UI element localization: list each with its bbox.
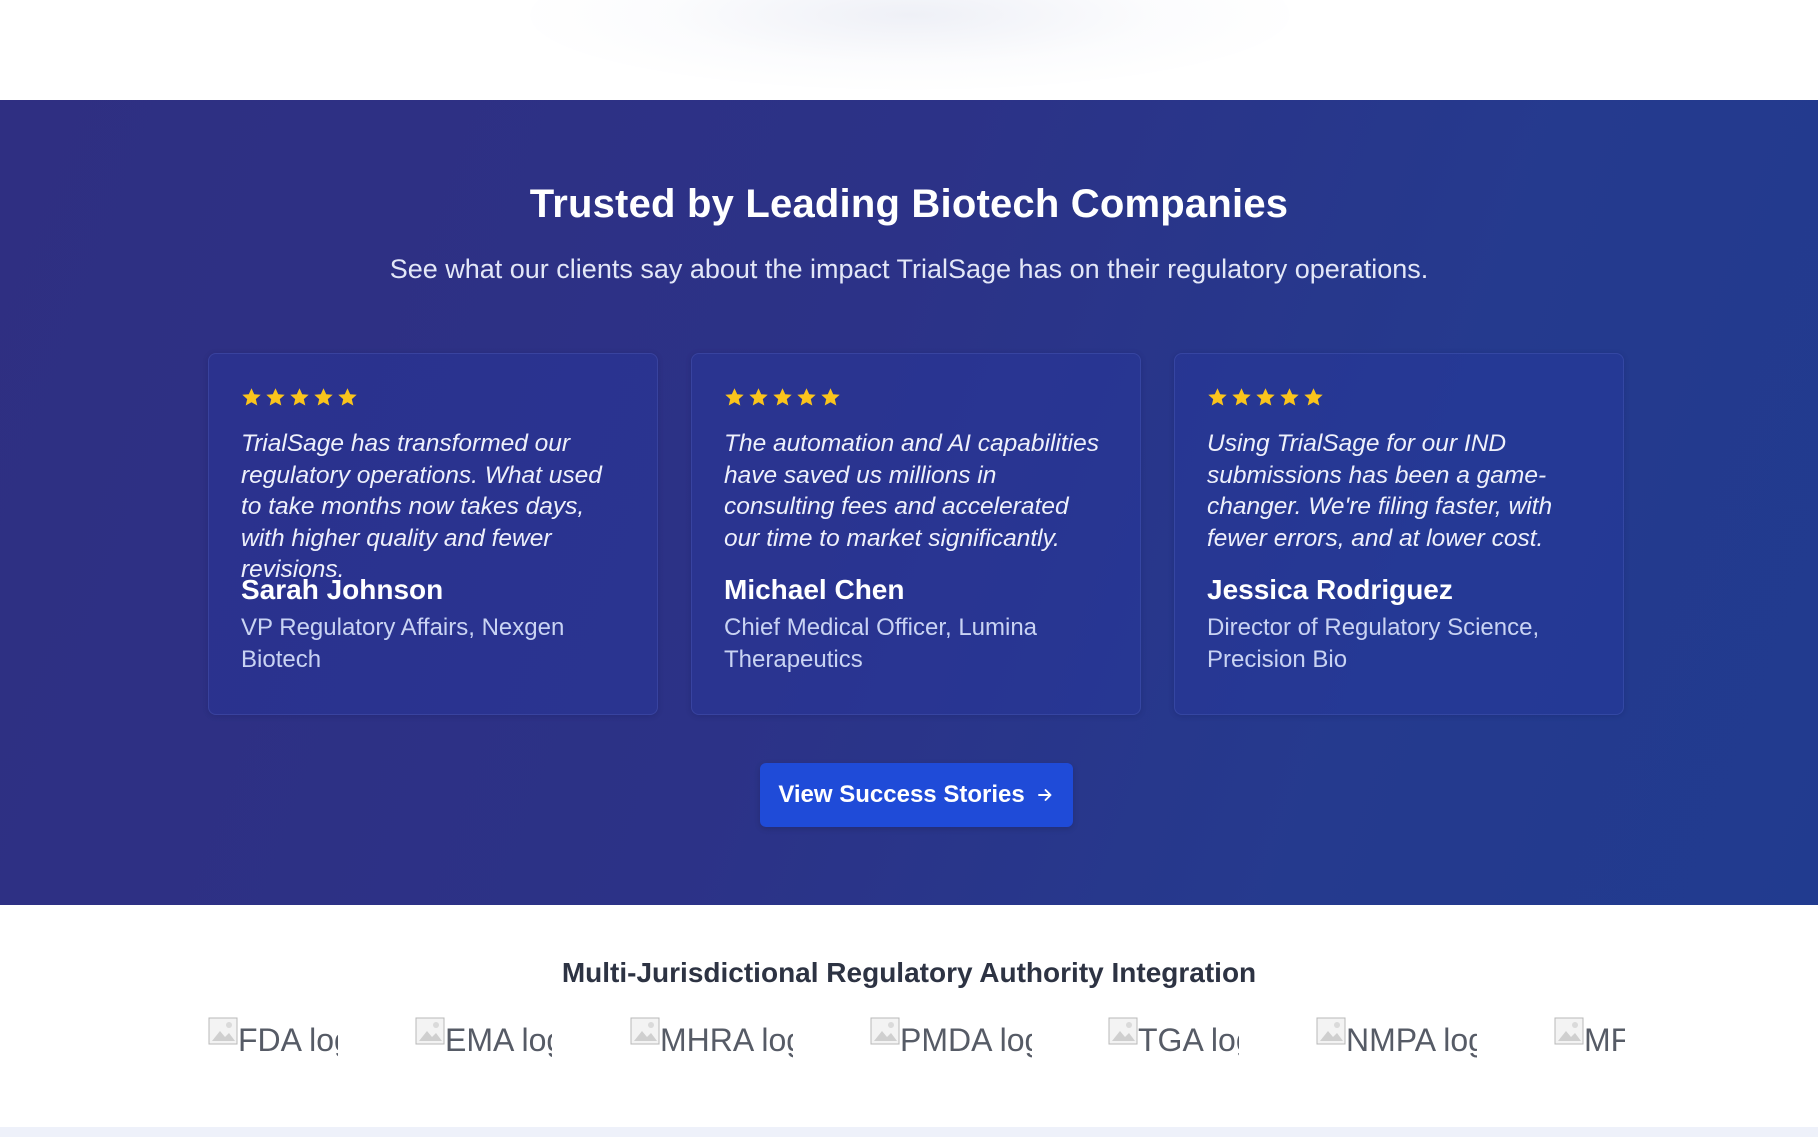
star-icon [797, 387, 816, 405]
star-icon [290, 387, 309, 405]
testimonials-section: Trusted by Leading Biotech Companies See… [0, 100, 1818, 905]
regulatory-authorities-section: Multi-Jurisdictional Regulatory Authorit… [0, 905, 1818, 1127]
star-icon [725, 387, 744, 405]
broken-image-icon [208, 1017, 238, 1045]
star-icon [749, 387, 768, 405]
testimonial-card: TrialSage has transformed our regulatory… [208, 353, 658, 715]
broken-image-icon [1108, 1017, 1138, 1045]
star-rating [724, 384, 1108, 410]
star-icon [314, 387, 333, 405]
star-icon [266, 387, 285, 405]
cta-label: View Success Stories [778, 781, 1025, 808]
logo-alt-text: NMPA logo [1346, 1022, 1477, 1058]
pmda-logo: PMDA logo [870, 1015, 1032, 1059]
testimonial-author-name: Jessica Rodriguez [1207, 574, 1453, 605]
section-title: Trusted by Leading Biotech Companies [529, 182, 1289, 226]
star-icon [242, 387, 261, 405]
testimonial-author-name: Michael Chen [724, 574, 905, 605]
star-rating [1207, 384, 1591, 410]
testimonial-card: The automation and AI capabilities have … [691, 353, 1141, 715]
broken-image-icon [1316, 1017, 1346, 1045]
broken-image-icon [630, 1017, 660, 1045]
star-icon [773, 387, 792, 405]
tga-logo: TGA logo [1108, 1015, 1239, 1059]
view-success-stories-button[interactable]: View Success Stories [760, 763, 1073, 827]
mfds-logo: MFDS logo [1554, 1015, 1625, 1059]
testimonial-author-name: Sarah Johnson [241, 574, 444, 605]
next-section-edge [0, 1127, 1818, 1137]
testimonial-card: Using TrialSage for our IND submissions … [1174, 353, 1624, 715]
testimonial-quote: Using TrialSage for our IND submissions … [1207, 430, 1553, 552]
testimonial-author-role: Director of Regulatory Science, Precisio… [1207, 614, 1540, 673]
ema-logo: EMA logo [415, 1015, 552, 1059]
broken-image-icon [415, 1017, 445, 1045]
star-icon [1208, 387, 1227, 405]
regulators-title: Multi-Jurisdictional Regulatory Authorit… [561, 957, 1257, 988]
nmpa-logo: NMPA logo [1316, 1015, 1477, 1059]
top-section-edge [0, 0, 1818, 100]
broken-image-icon [870, 1017, 900, 1045]
logo-alt-text: FDA logo [238, 1022, 338, 1058]
arrow-right-icon [1037, 789, 1052, 801]
logo-alt-text: PMDA logo [900, 1022, 1032, 1058]
logo-alt-text: EMA logo [445, 1022, 552, 1058]
star-icon [338, 387, 357, 405]
decorative-glow [530, 0, 1290, 90]
mhra-logo: MHRA logo [630, 1015, 793, 1059]
star-rating [241, 384, 625, 410]
star-icon [1304, 387, 1323, 405]
star-icon [1232, 387, 1251, 405]
testimonial-author-role: Chief Medical Officer, Lumina Therapeuti… [724, 614, 1038, 673]
star-icon [1280, 387, 1299, 405]
broken-image-icon [1554, 1017, 1584, 1045]
testimonial-author-role: VP Regulatory Affairs, Nexgen Biotech [241, 614, 565, 673]
star-icon [821, 387, 840, 405]
fda-logo: FDA logo [208, 1015, 338, 1059]
logo-alt-text: MFDS logo [1584, 1022, 1625, 1058]
testimonial-quote: TrialSage has transformed our regulatory… [241, 430, 602, 583]
logo-alt-text: MHRA logo [660, 1022, 793, 1058]
testimonial-quote: The automation and AI capabilities have … [724, 430, 1099, 552]
star-icon [1256, 387, 1275, 405]
section-subtitle: See what our clients say about the impac… [389, 254, 1429, 284]
logo-alt-text: TGA logo [1138, 1022, 1239, 1058]
